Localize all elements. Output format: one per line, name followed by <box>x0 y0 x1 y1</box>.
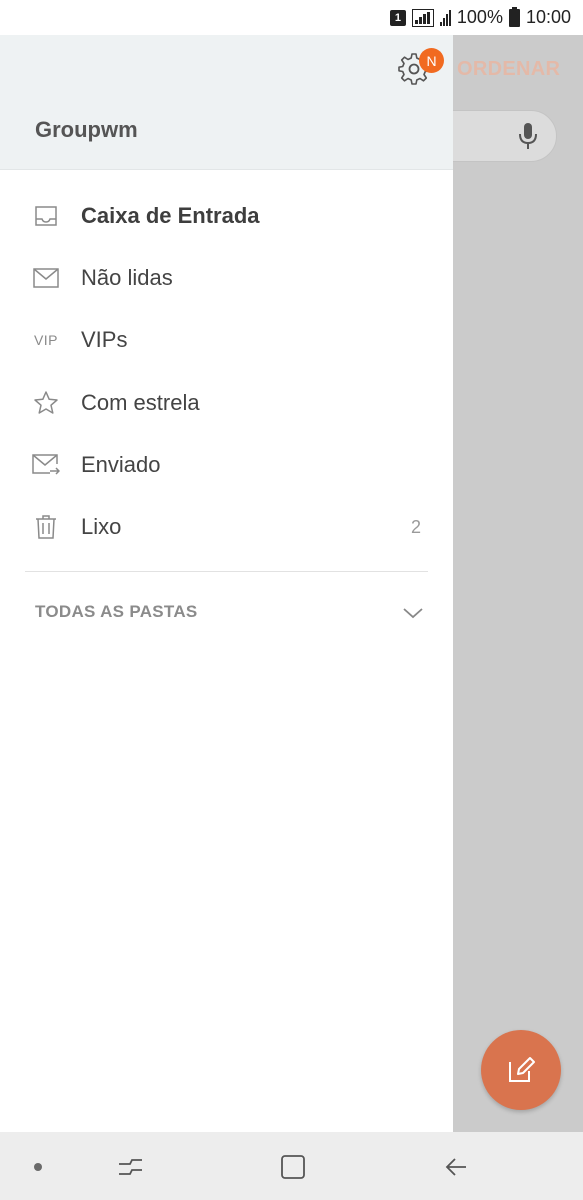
system-navigation-bar <box>0 1132 583 1200</box>
folder-label: VIPs <box>81 327 128 352</box>
folder-vips[interactable]: VIP VIPs <box>0 309 453 371</box>
battery-icon <box>508 6 520 27</box>
back-icon[interactable] <box>440 1150 474 1184</box>
sent-icon <box>32 451 60 479</box>
star-icon <box>32 389 60 417</box>
recent-apps-icon[interactable] <box>114 1150 148 1184</box>
folder-label: Com estrela <box>81 390 200 415</box>
folder-unread[interactable]: Não lidas <box>0 247 453 309</box>
clock: 10:00 <box>525 7 571 27</box>
folder-inbox[interactable]: Caixa de Entrada <box>0 185 453 247</box>
chevron-down-icon <box>403 608 423 619</box>
status-bar: 1 100% 10:00 <box>0 0 583 35</box>
cellular-signal-icon <box>439 9 451 26</box>
folder-label: Lixo <box>81 514 122 539</box>
divider <box>25 571 428 572</box>
folder-label: Enviado <box>81 452 161 477</box>
folder-sent[interactable]: Enviado <box>0 434 453 496</box>
signal-icon <box>411 8 434 27</box>
inbox-icon <box>32 202 60 230</box>
folder-starred[interactable]: Com estrela <box>0 372 453 434</box>
account-name[interactable]: Groupwm <box>35 117 138 143</box>
vip-icon: VIP <box>33 332 59 348</box>
all-folders-toggle[interactable]: TODAS AS PASTAS <box>0 585 453 641</box>
sort-button[interactable]: ORDENAR <box>457 58 560 81</box>
all-folders-label: TODAS AS PASTAS <box>35 602 198 621</box>
compose-icon <box>509 1057 535 1082</box>
drawer-header: Groupwm N <box>0 35 453 170</box>
notification-badge: N <box>419 48 444 73</box>
folder-trash[interactable]: Lixo 2 <box>0 496 453 558</box>
battery-percent: 100% <box>456 7 503 27</box>
folder-label: Caixa de Entrada <box>81 203 260 228</box>
compose-button[interactable] <box>481 1030 561 1110</box>
folder-label: Não lidas <box>81 265 173 290</box>
keyboard-hide-dot[interactable] <box>34 1163 42 1171</box>
home-icon[interactable] <box>276 1150 310 1184</box>
trash-icon <box>32 513 60 541</box>
envelope-icon <box>32 264 60 292</box>
microphone-icon[interactable] <box>515 121 541 151</box>
navigation-drawer: Groupwm N Caixa de Entrada Não lidas VIP… <box>0 35 453 1132</box>
folder-count: 2 <box>410 516 421 537</box>
sim-icon: 1 <box>389 9 406 26</box>
